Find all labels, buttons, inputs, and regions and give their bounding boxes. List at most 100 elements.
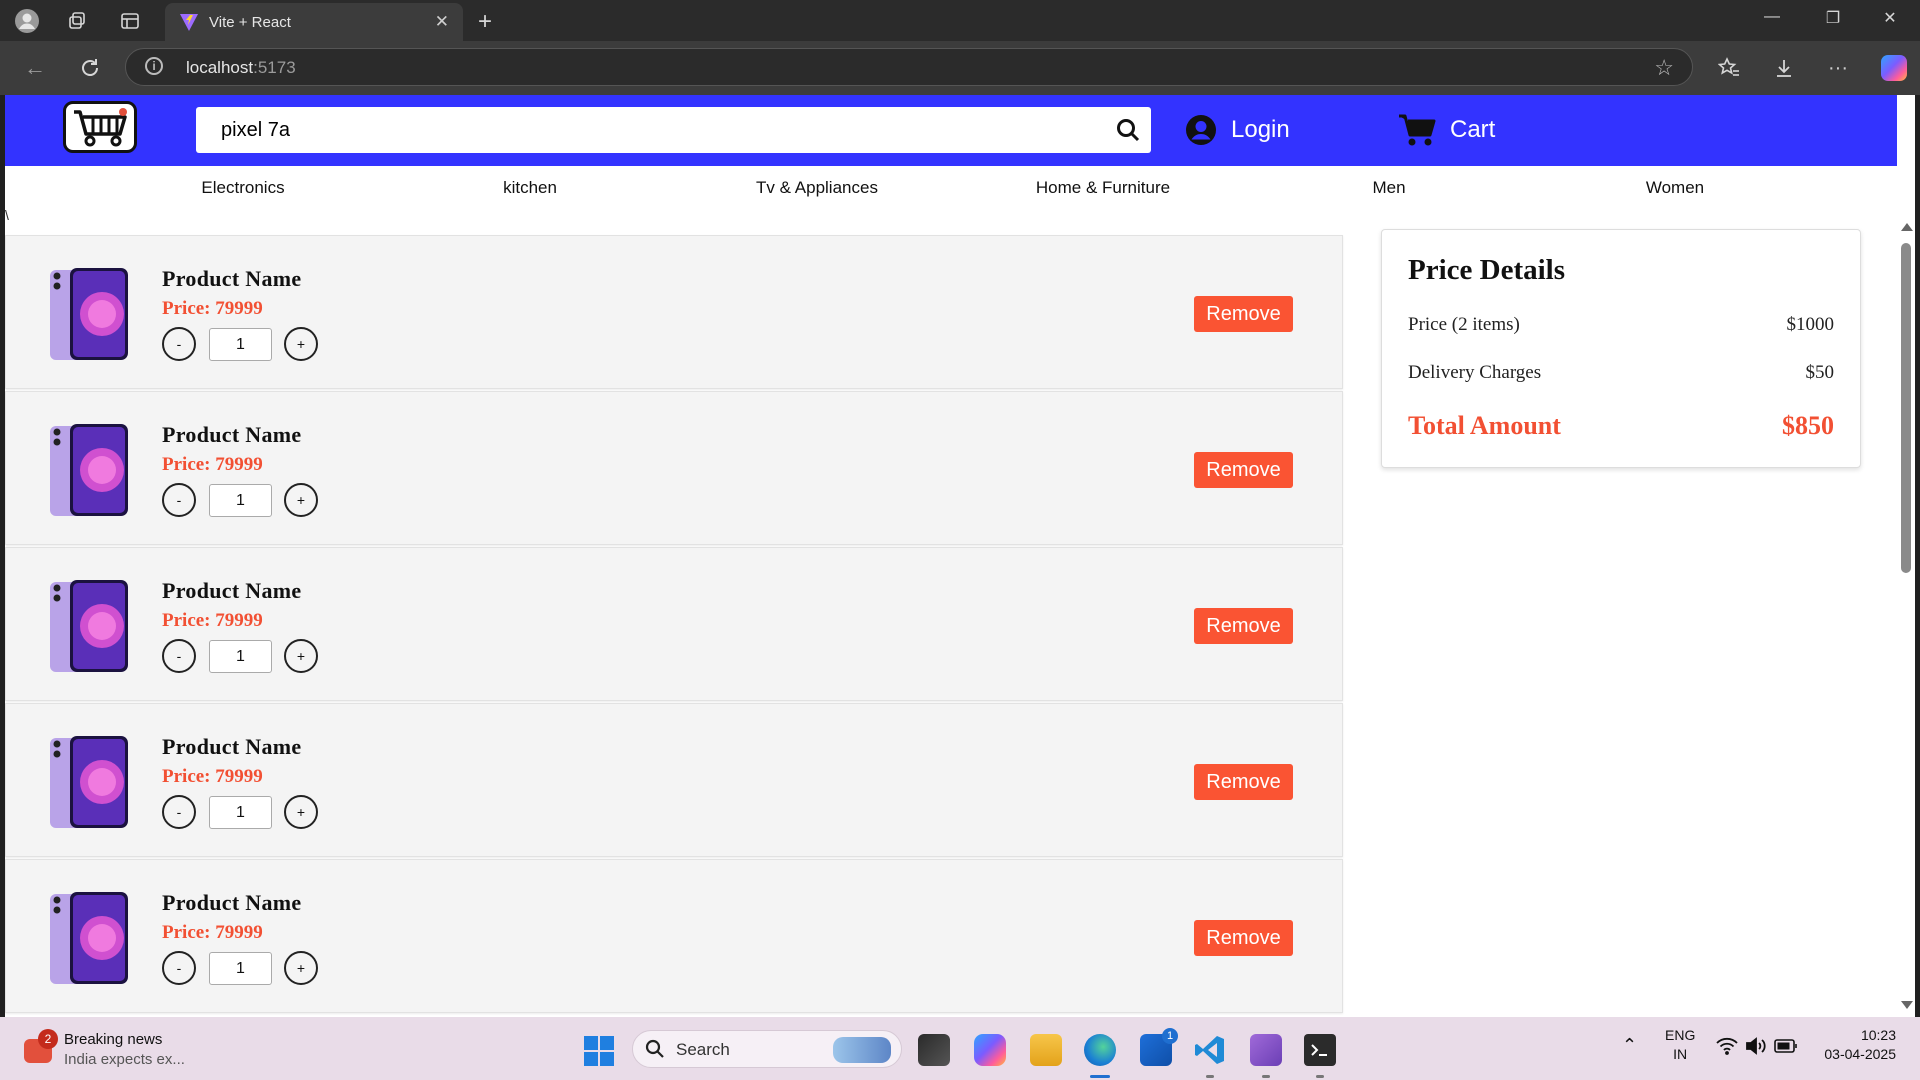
windows-taskbar: 2 Breaking news India expects ex... Sear… [0,1017,1920,1080]
remove-button[interactable]: Remove [1194,764,1293,800]
quantity-field[interactable]: 1 [209,484,272,517]
visual-studio-preview-icon[interactable] [1250,1034,1282,1078]
quantity-field[interactable]: 1 [209,952,272,985]
decrement-button[interactable]: - [162,639,196,673]
category-women[interactable]: Women [1575,178,1775,198]
copilot-icon[interactable] [1880,54,1908,82]
search-input[interactable] [196,107,1096,153]
taskbar-search[interactable]: Search [632,1030,902,1068]
tab-title: Vite + React [209,13,291,31]
product-image [50,736,128,828]
category-kitchen[interactable]: kitchen [430,178,630,198]
vite-logo-icon [180,14,198,31]
copilot-app-icon[interactable] [974,1034,1006,1066]
profile-icon[interactable] [14,8,40,34]
price-value: $1000 [1786,314,1835,335]
increment-button[interactable]: + [284,795,318,829]
scroll-up-arrow-icon[interactable] [1901,223,1913,231]
scrollbar-thumb[interactable] [1901,243,1911,573]
quantity-field[interactable]: 1 [209,796,272,829]
vscode-icon[interactable] [1194,1034,1226,1078]
cart-item: Product Name Price: 79999 - 1 + Remove [5,235,1343,389]
quantity-field[interactable]: 1 [209,328,272,361]
task-view-icon[interactable] [918,1034,950,1066]
cart-logo-icon[interactable] [63,101,137,153]
downloads-icon[interactable] [1770,54,1798,82]
login-link[interactable]: Login [1185,107,1290,153]
tab-close-icon[interactable]: ✕ [435,12,449,32]
back-arrow-icon[interactable]: ← [21,54,49,82]
refresh-icon[interactable] [76,54,104,82]
product-name: Product Name [162,890,302,915]
category-electronics[interactable]: Electronics [143,178,343,198]
workspaces-icon[interactable] [64,8,90,34]
increment-button[interactable]: + [284,483,318,517]
product-price: Price: 79999 [162,298,263,319]
more-options-icon[interactable]: ··· [1824,54,1852,82]
remove-button[interactable]: Remove [1194,452,1293,488]
delivery-value: $50 [1805,362,1835,383]
microsoft-store-icon[interactable]: 1 [1140,1028,1178,1066]
cart-link[interactable]: Cart [1398,107,1495,153]
decrement-button[interactable]: - [162,951,196,985]
scroll-down-arrow-icon[interactable] [1901,1001,1913,1009]
site-header: Login Cart [5,95,1897,166]
cart-item: Product Name Price: 79999 - 1 + Remove [5,703,1343,857]
cart-label: Cart [1450,116,1496,143]
increment-button[interactable]: + [284,951,318,985]
news-badge: 2 [38,1029,58,1049]
decrement-button[interactable]: - [162,795,196,829]
terminal-icon[interactable] [1304,1034,1336,1078]
tab-vite-react[interactable]: Vite + React ✕ [165,3,463,41]
browser-title-bar: Vite + React ✕ + — ❐ ✕ [0,0,1920,41]
increment-button[interactable]: + [284,639,318,673]
search-box [196,107,1151,153]
restore-icon[interactable]: ❐ [1813,8,1853,28]
edge-browser-icon[interactable] [1084,1034,1116,1078]
product-name: Product Name [162,422,302,447]
category-nav: Electronics kitchen Tv & Appliances Home… [5,166,1897,207]
vertical-tabs-icon[interactable] [117,8,143,34]
site-info-icon[interactable]: i [145,57,163,75]
increment-button[interactable]: + [284,327,318,361]
remove-button[interactable]: Remove [1194,608,1293,644]
tray-chevron-icon[interactable]: ⌃ [1622,1035,1637,1056]
clock[interactable]: 10:23 03-04-2025 [1816,1027,1896,1062]
taskbar-search-label: Search [676,1040,730,1059]
delivery-label: Delivery Charges [1408,362,1542,383]
remove-button[interactable]: Remove [1194,920,1293,956]
stray-text: \ [5,207,9,223]
news-title: Breaking news [64,1031,163,1048]
search-highlight-image [833,1037,891,1063]
cart-icon [1399,114,1436,146]
decrement-button[interactable]: - [162,483,196,517]
wifi-icon[interactable] [1716,1037,1738,1058]
volume-icon[interactable] [1745,1037,1767,1058]
news-subtitle: India expects ex... [64,1051,185,1068]
favorites-icon[interactable] [1715,54,1743,82]
search-icon [645,1039,664,1058]
window-close-icon[interactable]: ✕ [1870,8,1910,28]
favorite-star-icon[interactable]: ☆ [1654,55,1674,81]
product-name: Product Name [162,578,302,603]
quantity-field[interactable]: 1 [209,640,272,673]
new-tab-icon[interactable]: + [478,8,492,36]
news-widget[interactable]: 2 Breaking news India expects ex... [20,1029,210,1069]
window-frame [1915,95,1920,1017]
language-indicator[interactable]: ENG IN [1665,1027,1695,1062]
category-tv-appliances[interactable]: Tv & Appliances [717,178,917,198]
battery-icon[interactable] [1774,1038,1798,1057]
category-men[interactable]: Men [1289,178,1489,198]
page-scrollbar[interactable] [1897,95,1915,1017]
minimize-icon[interactable]: — [1752,8,1792,26]
windows-start-icon[interactable] [584,1036,614,1066]
file-explorer-icon[interactable] [1030,1034,1062,1066]
category-home-furniture[interactable]: Home & Furniture [1003,178,1203,198]
search-icon[interactable] [1115,117,1141,143]
total-value: $850 [1782,411,1834,440]
decrement-button[interactable]: - [162,327,196,361]
remove-button[interactable]: Remove [1194,296,1293,332]
url-bar[interactable]: i localhost:5173 ☆ [125,48,1693,86]
product-image [50,580,128,672]
product-price: Price: 79999 [162,610,263,631]
